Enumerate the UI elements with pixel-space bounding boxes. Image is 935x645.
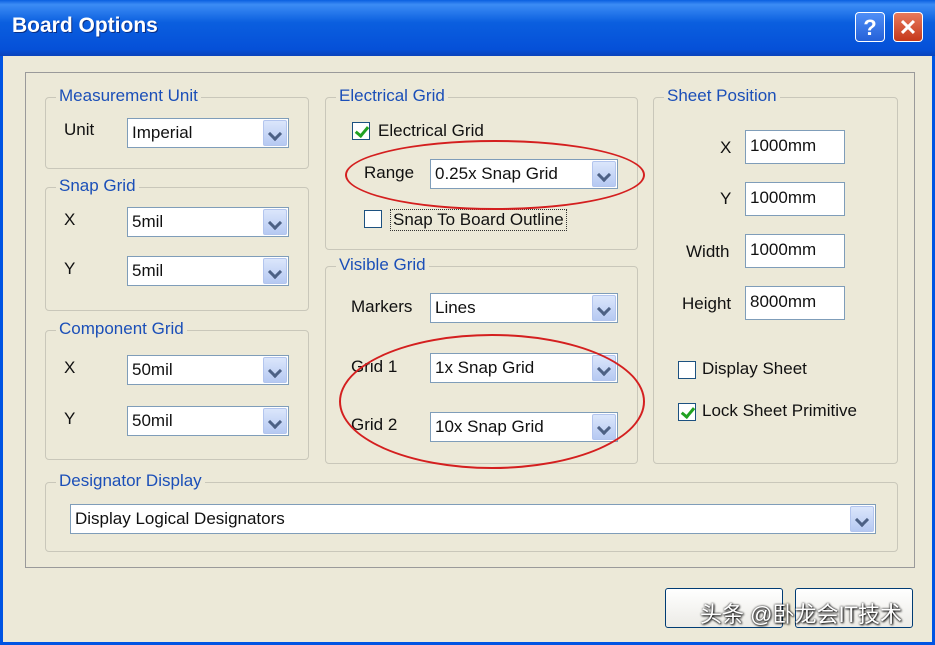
display-sheet-label: Display Sheet: [702, 359, 807, 378]
snap-y-label: Y: [64, 259, 76, 278]
snap-to-board-outline-label: Snap To Board Outline: [390, 209, 567, 231]
dialog-title: Board Options: [12, 14, 158, 37]
designator-display-legend: Designator Display: [56, 471, 205, 491]
measurement-unit-group: Measurement Unit Unit Imperial: [45, 86, 309, 169]
chevron-down-icon[interactable]: [263, 408, 287, 434]
range-highlight-ellipse: [345, 140, 645, 210]
snap-x-value: 5mil: [132, 212, 164, 231]
sheet-height-label: Height: [682, 294, 732, 313]
component-y-label: Y: [64, 409, 76, 428]
markers-select[interactable]: Lines: [430, 293, 618, 323]
sheet-x-input[interactable]: 1000mm: [745, 130, 845, 164]
sheet-width-label: Width: [686, 242, 730, 261]
component-grid-legend: Component Grid: [56, 319, 187, 339]
component-grid-group: Component Grid X 50mil Y 50mil: [45, 319, 309, 460]
component-x-select[interactable]: 50mil: [127, 355, 289, 385]
sheet-width-value: 1000mm: [750, 240, 817, 259]
sheet-y-value: 1000mm: [750, 188, 817, 207]
chevron-down-icon[interactable]: [263, 209, 287, 235]
sheet-height-value: 8000mm: [750, 292, 817, 311]
snap-grid-group: Snap Grid X 5mil Y 5mil: [45, 176, 309, 311]
sheet-width-input[interactable]: 1000mm: [745, 234, 845, 268]
electrical-grid-checkbox-label: Electrical Grid: [378, 121, 484, 140]
electrical-grid-legend: Electrical Grid: [336, 86, 448, 106]
snap-y-value: 5mil: [132, 261, 164, 280]
designator-display-select[interactable]: Display Logical Designators: [70, 504, 876, 534]
sheet-x-value: 1000mm: [750, 136, 817, 155]
chevron-down-icon[interactable]: [850, 506, 874, 532]
snap-to-board-outline-checkbox[interactable]: [364, 210, 382, 228]
grid-highlight-ellipse: [339, 334, 645, 469]
visible-grid-legend: Visible Grid: [336, 255, 429, 275]
unit-label: Unit: [64, 120, 95, 139]
electrical-grid-checkbox[interactable]: [352, 122, 370, 140]
sheet-x-label: X: [720, 138, 732, 157]
watermark-text: 头条 @卧龙会IT技术: [700, 602, 902, 627]
chevron-down-icon[interactable]: [263, 258, 287, 284]
designator-display-value: Display Logical Designators: [75, 509, 285, 528]
snap-y-select[interactable]: 5mil: [127, 256, 289, 286]
unit-value: Imperial: [132, 123, 193, 142]
chevron-down-icon[interactable]: [592, 295, 616, 321]
sheet-height-input[interactable]: 8000mm: [745, 286, 845, 320]
lock-sheet-primitive-label: Lock Sheet Primitive: [702, 401, 857, 420]
component-x-label: X: [64, 358, 76, 377]
lock-sheet-primitive-checkbox[interactable]: [678, 403, 696, 421]
snap-x-select[interactable]: 5mil: [127, 207, 289, 237]
sheet-y-input[interactable]: 1000mm: [745, 182, 845, 216]
sheet-position-legend: Sheet Position: [664, 86, 780, 106]
snap-grid-legend: Snap Grid: [56, 176, 139, 196]
help-button[interactable]: ?: [855, 12, 885, 42]
chevron-down-icon[interactable]: [263, 120, 287, 146]
measurement-unit-legend: Measurement Unit: [56, 86, 201, 106]
sheet-position-group: Sheet Position X 1000mm Y 1000mm Width 1…: [653, 86, 898, 464]
unit-select[interactable]: Imperial: [127, 118, 289, 148]
sheet-y-label: Y: [720, 189, 732, 208]
markers-label: Markers: [351, 297, 413, 316]
component-y-select[interactable]: 50mil: [127, 406, 289, 436]
designator-display-group: Designator Display Display Logical Desig…: [45, 471, 898, 552]
chevron-down-icon[interactable]: [263, 357, 287, 383]
component-x-value: 50mil: [132, 360, 173, 379]
title-bar[interactable]: Board Options ? ✕: [0, 0, 935, 56]
component-y-value: 50mil: [132, 411, 173, 430]
display-sheet-checkbox[interactable]: [678, 361, 696, 379]
snap-x-label: X: [64, 210, 76, 229]
close-button[interactable]: ✕: [893, 12, 923, 42]
markers-value: Lines: [435, 298, 476, 317]
